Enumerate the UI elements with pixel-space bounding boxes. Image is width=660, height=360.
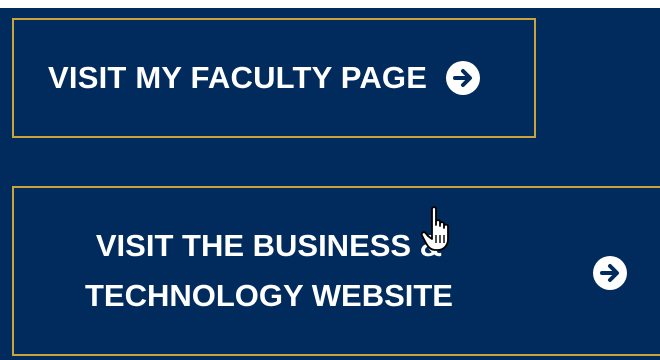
visit-business-technology-label-line1: VISIT THE BUSINESS &	[95, 228, 443, 264]
visit-business-technology-website-button[interactable]: VISIT THE BUSINESS & TECHNOLOGY WEBSITE	[12, 186, 660, 356]
hand-pointer-icon	[420, 205, 456, 253]
visit-faculty-page-label: VISIT MY FACULTY PAGE	[48, 60, 428, 95]
arrow-right-circle-icon	[592, 255, 628, 291]
visit-business-technology-label-line2: TECHNOLOGY WEBSITE	[84, 278, 453, 313]
visit-faculty-page-button[interactable]: VISIT MY FACULTY PAGE	[12, 18, 536, 138]
arrow-right-circle-icon	[445, 60, 481, 96]
